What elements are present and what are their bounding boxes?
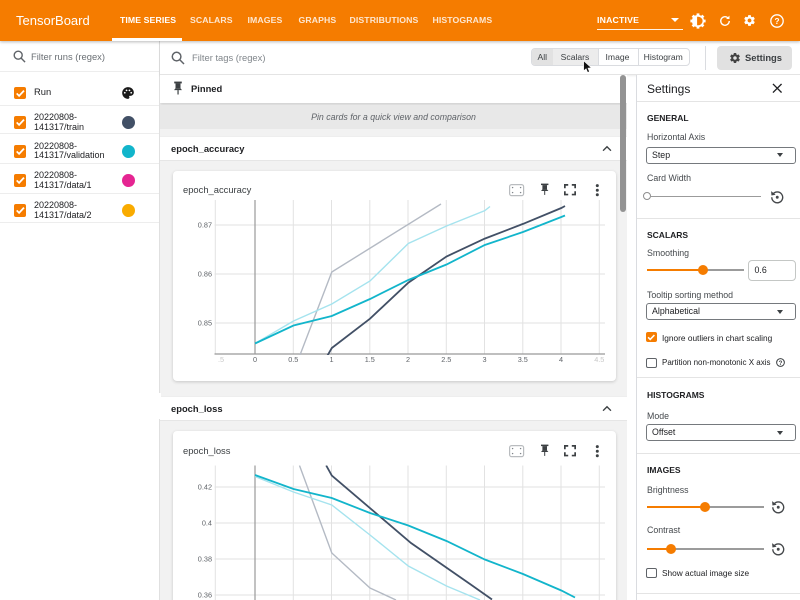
svg-text:?: ? <box>779 360 783 367</box>
svg-text:0: 0 <box>253 355 257 364</box>
svg-text:0.36: 0.36 <box>198 591 212 600</box>
svg-text:0.85: 0.85 <box>198 319 212 328</box>
svg-text:epoch_accuracy: epoch_accuracy <box>183 184 252 195</box>
svg-text:4.5: 4.5 <box>594 355 604 364</box>
svg-text:3: 3 <box>482 355 486 364</box>
svg-text:1: 1 <box>329 355 333 364</box>
svg-text:0.4: 0.4 <box>202 519 212 528</box>
svg-text:0.5: 0.5 <box>288 355 298 364</box>
svg-text:2.5: 2.5 <box>441 355 451 364</box>
svg-text:0.42: 0.42 <box>198 483 212 492</box>
svg-text:epoch_loss: epoch_loss <box>183 445 231 456</box>
svg-text:0.38: 0.38 <box>198 555 212 564</box>
svg-text:3.5: 3.5 <box>518 355 528 364</box>
svg-text:4: 4 <box>559 355 563 364</box>
svg-text:0.87: 0.87 <box>198 221 212 230</box>
svg-text:2: 2 <box>406 355 410 364</box>
svg-text:.5: .5 <box>218 355 224 364</box>
svg-text:0.86: 0.86 <box>198 270 212 279</box>
svg-text:?: ? <box>774 17 779 26</box>
svg-text:1.5: 1.5 <box>365 355 375 364</box>
